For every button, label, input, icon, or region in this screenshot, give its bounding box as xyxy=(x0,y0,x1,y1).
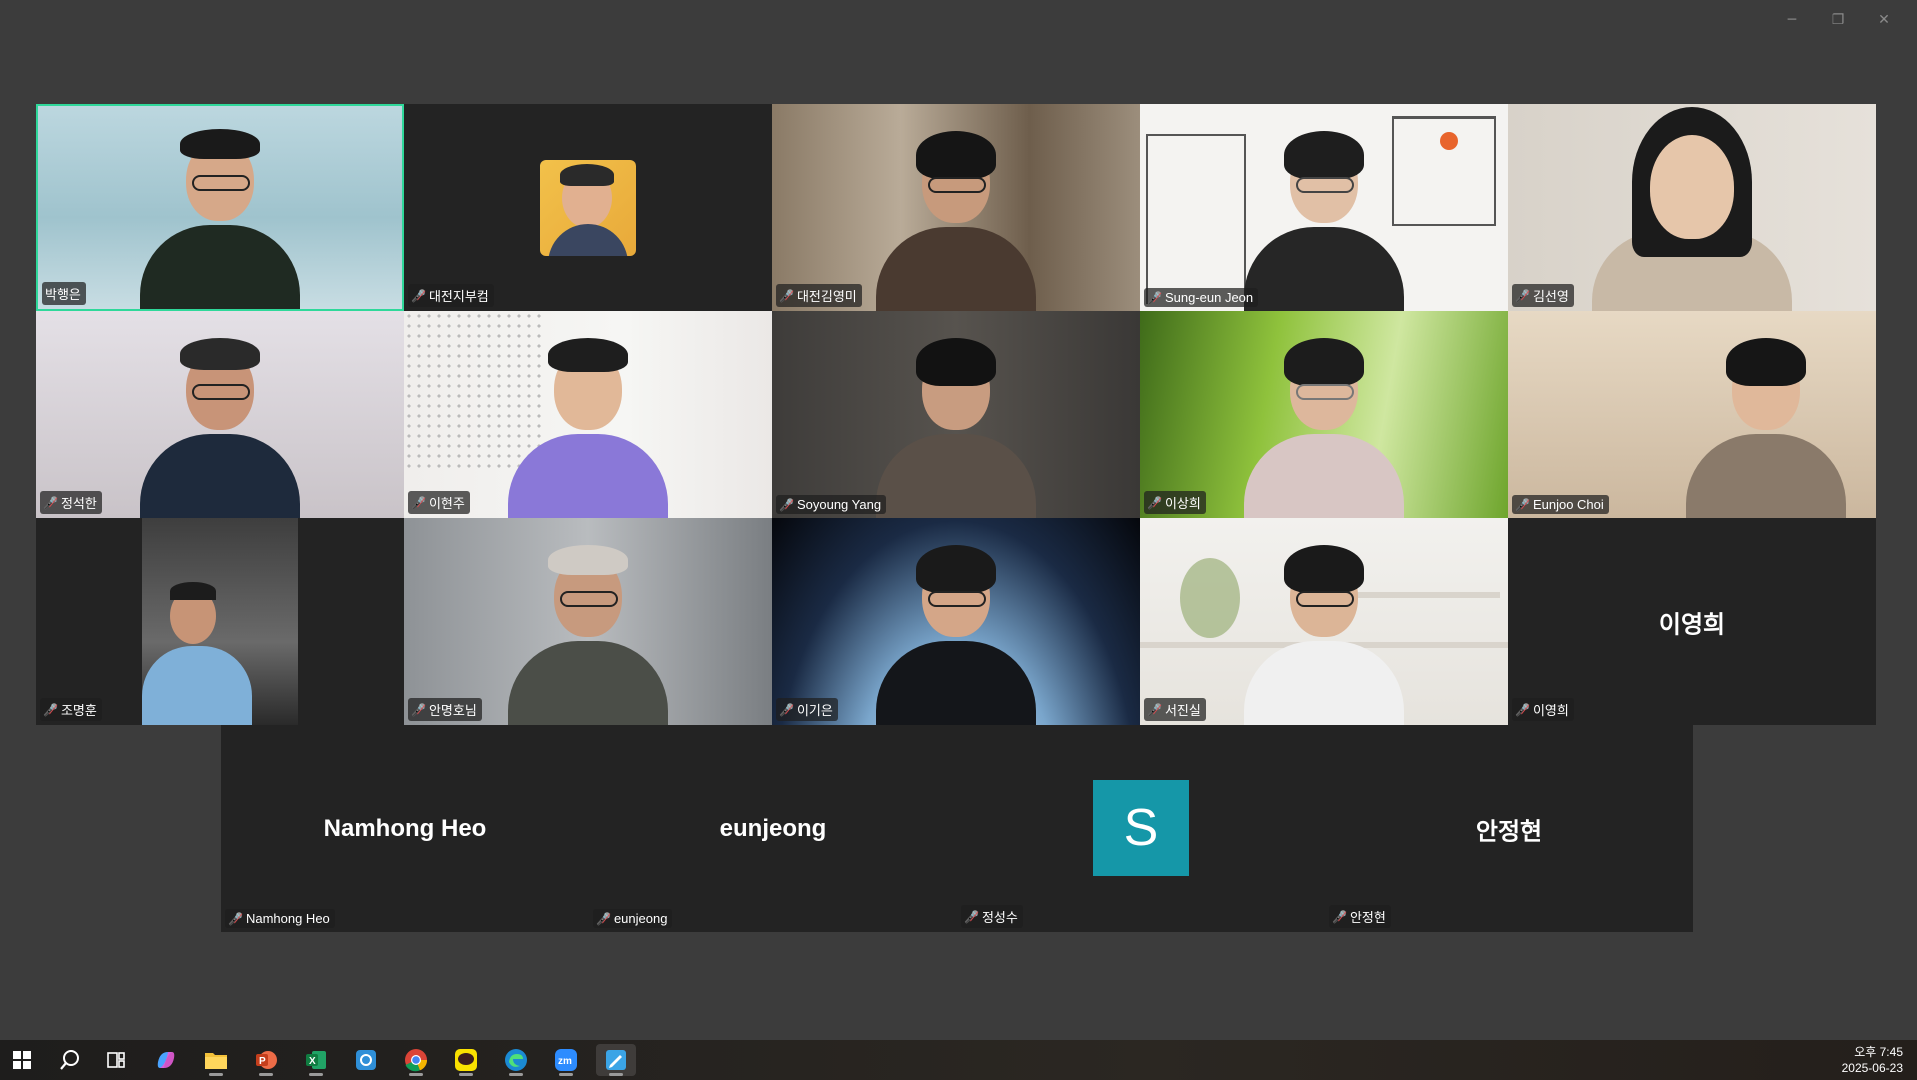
mic-muted-icon: 🎤̸ xyxy=(1515,288,1530,303)
mic-muted-icon: 🎤̸ xyxy=(1147,290,1162,305)
participant-name-label: 🎤̸ 대전김영미 xyxy=(776,284,862,307)
participant-name-label: 🎤̸ 대전지부컴 xyxy=(408,284,494,307)
copilot-icon[interactable] xyxy=(146,1044,186,1076)
participant-name-label: 🎤̸ Namhong Heo xyxy=(225,909,335,928)
portrait-video xyxy=(142,518,298,725)
windows-start-icon[interactable] xyxy=(2,1044,42,1076)
close-button[interactable]: ✕ xyxy=(1861,8,1907,32)
video-tile[interactable]: 🎤̸ 대전김영미 xyxy=(772,104,1140,311)
participant-display-name: 이영희 xyxy=(1658,611,1726,638)
video-tile[interactable]: 🎤̸ 김선영 xyxy=(1508,104,1876,311)
video-tile[interactable]: Namhong Heo 🎤̸ Namhong Heo xyxy=(221,725,589,932)
file-explorer-icon[interactable] xyxy=(196,1044,236,1076)
window-controls: ─ ❐ ✕ xyxy=(1769,8,1907,32)
video-tile[interactable]: eunjeong 🎤̸ eunjeong xyxy=(589,725,957,932)
clock-time: 오후 7:45 xyxy=(1854,1045,1903,1059)
participant-name-label: 🎤̸ 이기은 xyxy=(776,698,838,721)
video-tile[interactable]: S 🎤̸ 정성수 xyxy=(957,725,1325,932)
participant-display-name: eunjeong xyxy=(719,814,827,842)
participant-display-name: Namhong Heo xyxy=(323,814,487,842)
video-tile[interactable]: 🎤̸ 서진실 xyxy=(1140,518,1508,725)
video-tile[interactable]: 🎤̸ 안명호님 xyxy=(404,518,772,725)
video-tile[interactable]: 🎤̸ 이현주 xyxy=(404,311,772,518)
video-tile[interactable]: 🎤̸ 정석한 xyxy=(36,311,404,518)
video-tile[interactable]: 🎤̸ Sung-eun Jeon xyxy=(1140,104,1508,311)
excel-icon[interactable]: X xyxy=(296,1044,336,1076)
video-tile[interactable]: 박행은 xyxy=(36,104,404,311)
participant-name-label: 🎤̸ 이영희 xyxy=(1512,698,1574,721)
mic-muted-icon: 🎤̸ xyxy=(596,911,611,926)
participant-name-label: 🎤̸ 정성수 xyxy=(961,905,1023,928)
mic-muted-icon: 🎤̸ xyxy=(779,497,794,512)
clock-date: 2025-06-23 xyxy=(1841,1061,1903,1075)
participant-name-label: 🎤̸ Soyoung Yang xyxy=(776,495,887,514)
mic-muted-icon: 🎤̸ xyxy=(228,911,243,926)
video-tile[interactable]: 🎤̸ Soyoung Yang xyxy=(772,311,1140,518)
mic-muted-icon: 🎤̸ xyxy=(43,702,58,717)
windows-taskbar: P X zm 오후 7:45 2025-06-23 xyxy=(0,1040,1917,1080)
plant xyxy=(1180,558,1240,638)
shelf-drawing xyxy=(1146,134,1246,304)
video-gallery: 박행은 🎤̸ 대전지부컴 🎤̸ 대전김영미 🎤̸ Sung-eun Jeon 🎤… xyxy=(36,104,1878,725)
participant-name-label: 🎤̸ Sung-eun Jeon xyxy=(1144,288,1259,307)
mic-muted-icon: 🎤̸ xyxy=(779,702,794,717)
participant-name-label: 🎤̸ 안명호님 xyxy=(408,698,482,721)
avatar: S xyxy=(1093,780,1189,876)
restore-button[interactable]: ❐ xyxy=(1815,8,1861,32)
chrome-icon[interactable] xyxy=(396,1044,436,1076)
svg-text:P: P xyxy=(259,1056,266,1067)
participant-name-label: 🎤̸ 정석한 xyxy=(40,491,102,514)
mic-muted-icon: 🎤̸ xyxy=(411,495,426,510)
mic-muted-icon: 🎤̸ xyxy=(411,288,426,303)
svg-text:X: X xyxy=(309,1056,316,1067)
mic-muted-icon: 🎤̸ xyxy=(1515,702,1530,717)
participant-name-label: 🎤̸ 김선영 xyxy=(1512,284,1574,307)
video-tile[interactable]: 🎤̸ 대전지부컴 xyxy=(404,104,772,311)
kakaotalk-icon[interactable] xyxy=(446,1044,486,1076)
video-tile[interactable]: 🎤̸ 조명훈 xyxy=(36,518,404,725)
task-view-icon[interactable] xyxy=(96,1044,136,1076)
search-icon[interactable] xyxy=(50,1044,90,1076)
mic-muted-icon: 🎤̸ xyxy=(411,702,426,717)
hancom-icon[interactable] xyxy=(346,1044,386,1076)
mic-muted-icon: 🎤̸ xyxy=(1332,909,1347,924)
mic-muted-icon: 🎤̸ xyxy=(779,288,794,303)
participant-name-label: 박행은 xyxy=(42,282,86,305)
zoom-icon[interactable]: zm xyxy=(546,1044,586,1076)
video-tile[interactable]: 🎤̸ 이기은 xyxy=(772,518,1140,725)
video-tile[interactable]: 🎤̸ Eunjoo Choi xyxy=(1508,311,1876,518)
svg-text:zm: zm xyxy=(558,1056,572,1067)
participant-name-label: 🎤̸ eunjeong xyxy=(593,909,673,928)
participant-display-name: 안정현 xyxy=(1475,818,1543,845)
participant-name-label: 🎤̸ 조명훈 xyxy=(40,698,102,721)
participant-name-label: 🎤̸ 이상희 xyxy=(1144,491,1206,514)
video-gallery-bottom-row: Namhong Heo 🎤̸ Namhong Heo eunjeong 🎤̸ eun… xyxy=(221,725,1693,932)
video-tile[interactable]: 이영희 🎤̸ 이영희 xyxy=(1508,518,1876,725)
participant-name-label: 🎤̸ Eunjoo Choi xyxy=(1512,495,1609,514)
profile-picture xyxy=(540,160,636,256)
mic-muted-icon: 🎤̸ xyxy=(964,909,979,924)
whiteboard-icon[interactable] xyxy=(596,1044,636,1076)
mic-muted-icon: 🎤̸ xyxy=(1147,495,1162,510)
video-tile[interactable]: 안정현 🎤̸ 안정현 xyxy=(1325,725,1693,932)
participant-name-label: 🎤̸ 이현주 xyxy=(408,491,470,514)
participant-name-label: 🎤̸ 안정현 xyxy=(1329,905,1391,928)
minimize-button[interactable]: ─ xyxy=(1769,8,1815,32)
powerpoint-icon[interactable]: P xyxy=(246,1044,286,1076)
video-tile[interactable]: 🎤̸ 이상희 xyxy=(1140,311,1508,518)
participant-name-label: 🎤̸ 서진실 xyxy=(1144,698,1206,721)
mic-muted-icon: 🎤̸ xyxy=(1515,497,1530,512)
system-clock[interactable]: 오후 7:45 2025-06-23 xyxy=(1842,1044,1903,1076)
edge-icon[interactable] xyxy=(496,1044,536,1076)
mic-muted-icon: 🎤̸ xyxy=(1147,702,1162,717)
mic-muted-icon: 🎤̸ xyxy=(43,495,58,510)
